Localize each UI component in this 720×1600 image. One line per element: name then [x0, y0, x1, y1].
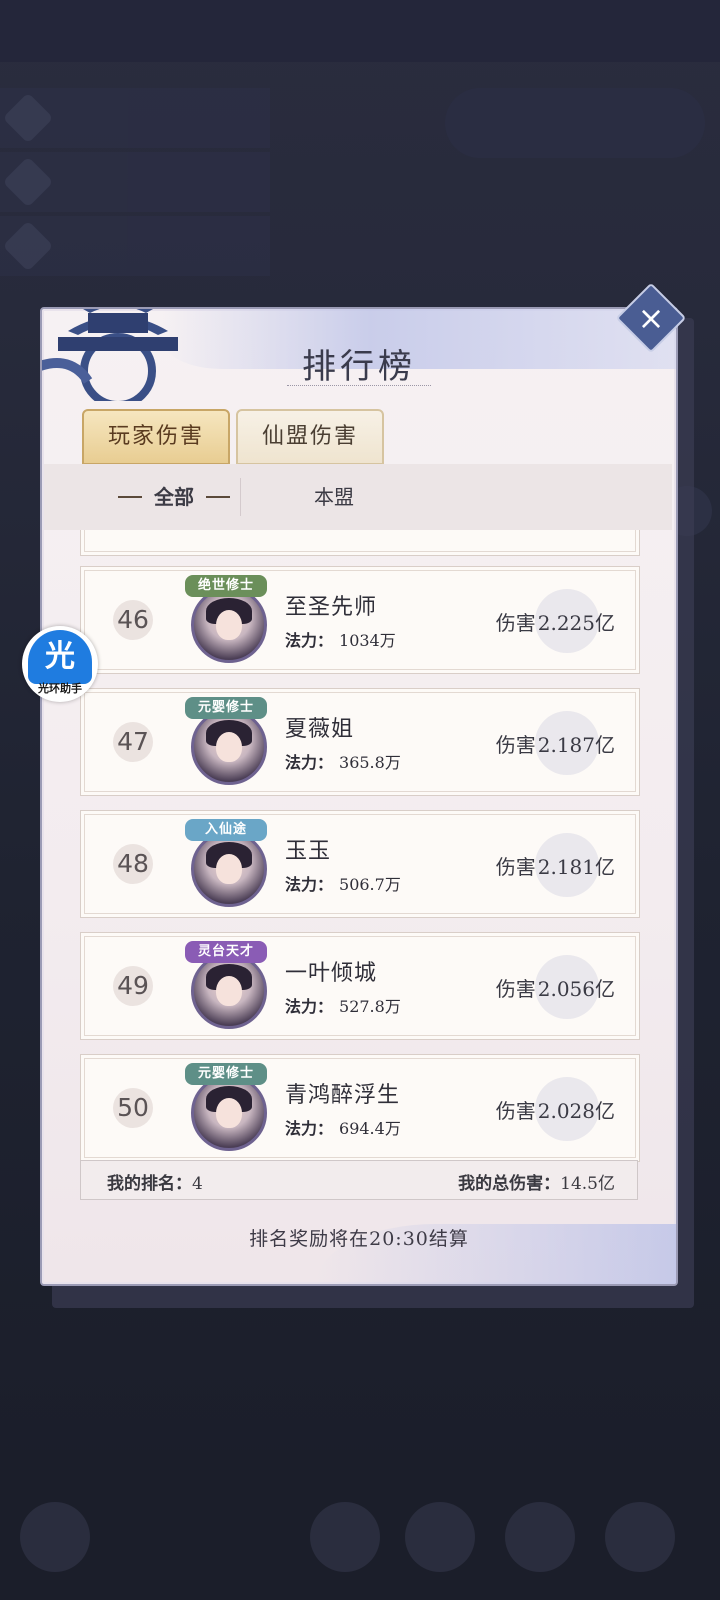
player-damage: 伤害 2.181亿	[496, 851, 615, 880]
ranking-list[interactable]: 46 绝世修士 至圣先师 法力： 1034万 伤害 2.225亿 47 元婴修士 夏…	[80, 530, 640, 1162]
subtab-my-alliance[interactable]: 本盟	[294, 464, 374, 530]
title-badge: 元婴修士	[185, 1063, 267, 1085]
background-icon	[2, 156, 54, 208]
player-name: 一叶倾城	[285, 961, 378, 986]
damage-label: 伤害	[495, 855, 536, 879]
power-value: 527.8万	[339, 997, 401, 1016]
avatar	[191, 587, 267, 663]
avatar	[191, 831, 267, 907]
background-top-bar	[0, 0, 720, 62]
my-damage-value: 14.5亿	[560, 1174, 615, 1194]
power-label: 法力：	[285, 1119, 334, 1138]
avatar-face	[216, 732, 242, 762]
list-item[interactable]: 49 灵台天才 一叶倾城 法力： 527.8万 伤害 2.056亿	[80, 932, 640, 1040]
title-badge: 绝世修士	[185, 575, 267, 597]
power-label: 法力：	[285, 875, 334, 894]
player-damage: 伤害 2.056亿	[496, 973, 615, 1002]
background-menu-button	[405, 1502, 475, 1572]
damage-label: 伤害	[495, 1099, 536, 1123]
player-power: 法力： 694.4万	[285, 1115, 401, 1139]
power-value: 1034万	[339, 631, 396, 650]
power-value: 694.4万	[339, 1119, 401, 1138]
damage-value: 2.181亿	[537, 855, 615, 879]
player-name: 玉玉	[285, 839, 332, 864]
background-list-item	[0, 88, 270, 148]
rank-number: 46	[113, 600, 153, 640]
avatar-face	[216, 854, 242, 884]
power-label: 法力：	[285, 631, 334, 650]
player-name: 青鸿醉浮生	[285, 1083, 401, 1108]
list-item[interactable]: 46 绝世修士 至圣先师 法力： 1034万 伤害 2.225亿	[80, 566, 640, 674]
avatar	[191, 953, 267, 1029]
my-rank: 我的排名：4	[107, 1169, 203, 1194]
list-item[interactable]: 50 元婴修士 青鸿醉浮生 法力： 694.4万 伤害 2.028亿	[80, 1054, 640, 1162]
player-power: 法力： 527.8万	[285, 993, 401, 1017]
ranking-modal: 排行榜 玩家伤害 仙盟伤害 全部 本盟 46 绝世修士 至圣先师 法力： 1034…	[40, 307, 678, 1286]
player-name: 夏薇姐	[285, 717, 355, 742]
rank-number: 48	[113, 844, 153, 884]
damage-value: 2.056亿	[537, 977, 615, 1001]
title-badge: 元婴修士	[185, 697, 267, 719]
tab-alliance-damage[interactable]: 仙盟伤害	[236, 409, 384, 465]
list-item	[80, 530, 640, 556]
list-item[interactable]: 47 元婴修士 夏薇姐 法力： 365.8万 伤害 2.187亿	[80, 688, 640, 796]
assistant-float-button[interactable]: 光 光环助手	[22, 626, 98, 702]
player-name: 至圣先师	[285, 595, 378, 620]
player-power: 法力： 506.7万	[285, 871, 401, 895]
power-value: 506.7万	[339, 875, 401, 894]
player-power: 法力： 1034万	[285, 627, 396, 651]
tab-player-damage[interactable]: 玩家伤害	[82, 409, 230, 465]
rank-number: 49	[113, 966, 153, 1006]
power-label: 法力：	[285, 753, 334, 772]
player-damage: 伤害 2.187亿	[496, 729, 615, 758]
avatar-face	[216, 1098, 242, 1128]
player-damage: 伤害 2.225亿	[496, 607, 615, 636]
modal-title: 排行榜	[302, 347, 416, 387]
avatar-face	[216, 610, 242, 640]
avatar-face	[216, 976, 242, 1006]
background-menu-button	[605, 1502, 675, 1572]
damage-label: 伤害	[495, 977, 536, 1001]
background-list-item	[0, 216, 270, 276]
close-icon: ×	[637, 299, 665, 337]
my-total-damage: 我的总伤害：14.5亿	[458, 1169, 615, 1194]
power-label: 法力：	[285, 997, 334, 1016]
avatar	[191, 709, 267, 785]
list-item[interactable]: 48 入仙途 玉玉 法力： 506.7万 伤害 2.181亿	[80, 810, 640, 918]
rank-number: 47	[113, 722, 153, 762]
subtab-divider	[240, 478, 241, 516]
my-rank-value: 4	[192, 1174, 203, 1194]
damage-label: 伤害	[495, 733, 536, 757]
player-damage: 伤害 2.028亿	[496, 1095, 615, 1124]
assistant-caption: 光环助手	[38, 682, 82, 695]
damage-value: 2.225亿	[537, 611, 615, 635]
avatar	[191, 1075, 267, 1151]
rank-number: 50	[113, 1088, 153, 1128]
assistant-logo-icon: 光	[28, 630, 92, 684]
background-menu-button	[310, 1502, 380, 1572]
my-rank-label: 我的排名：	[107, 1174, 192, 1194]
background-menu-button	[505, 1502, 575, 1572]
title-badge: 入仙途	[185, 819, 267, 841]
damage-value: 2.187亿	[537, 733, 615, 757]
background-icon	[2, 92, 54, 144]
damage-value: 2.028亿	[537, 1099, 615, 1123]
damage-label: 伤害	[495, 611, 536, 635]
subtab-all[interactable]: 全部	[114, 464, 234, 530]
power-value: 365.8万	[339, 753, 401, 772]
background-list-item	[0, 152, 270, 212]
player-power: 法力： 365.8万	[285, 749, 401, 773]
reward-settlement-note: 排名奖励将在20:30结算	[249, 1228, 469, 1250]
background-timer-pill	[445, 88, 705, 158]
my-damage-label: 我的总伤害：	[458, 1174, 561, 1194]
title-badge: 灵台天才	[185, 941, 267, 963]
title-ornament	[287, 385, 431, 388]
background-back-button	[20, 1502, 90, 1572]
subtab-bar: 全部 本盟	[44, 464, 672, 530]
my-ranking-bar: 我的排名：4 我的总伤害：14.5亿	[80, 1160, 638, 1200]
background-icon	[2, 220, 54, 272]
